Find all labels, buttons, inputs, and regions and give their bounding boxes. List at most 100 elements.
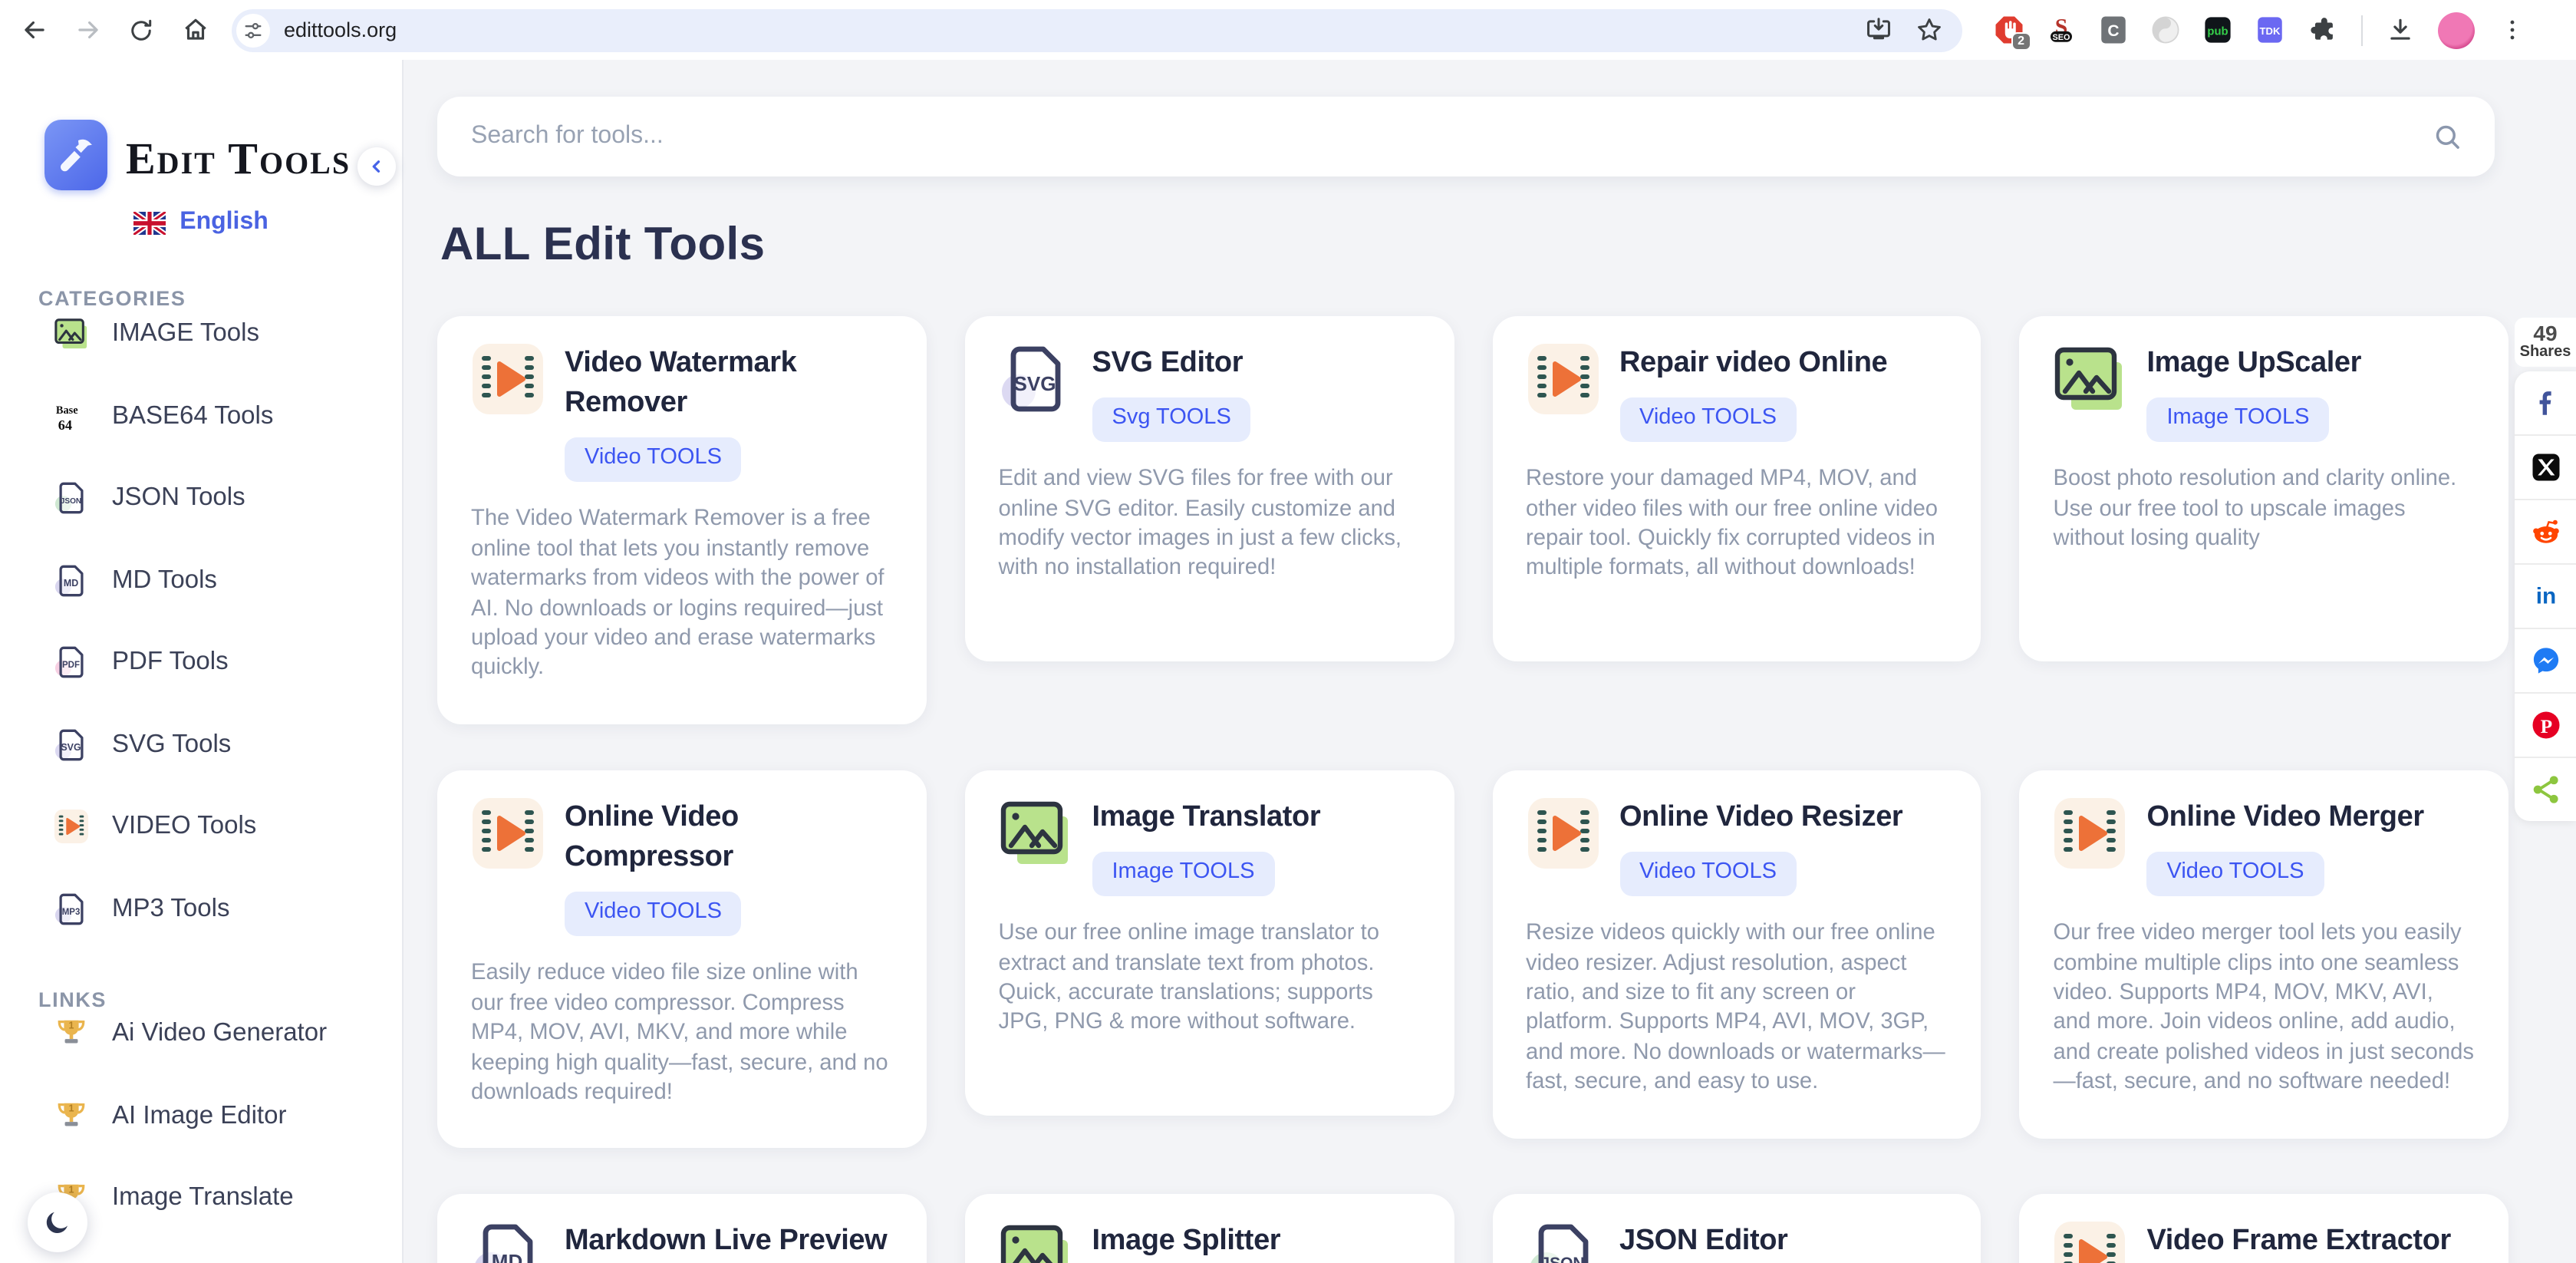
reload-icon[interactable] bbox=[126, 15, 156, 45]
tool-card[interactable]: Online Video Merger Video TOOLS Our free… bbox=[2020, 770, 2509, 1138]
tool-title: SVG Editor bbox=[1092, 344, 1244, 384]
sidebar-collapse-button[interactable] bbox=[357, 147, 396, 186]
tool-card[interactable]: JSON JSON Editor bbox=[1492, 1195, 1981, 1263]
extension-icon[interactable] bbox=[2149, 14, 2182, 46]
site-title[interactable]: Edit Tools bbox=[126, 135, 351, 186]
sidebar-category-item[interactable]: MP3 MP3 Tools bbox=[0, 868, 402, 950]
tool-category-badge[interactable]: Video TOOLS bbox=[565, 438, 742, 483]
search-bar[interactable] bbox=[437, 97, 2495, 176]
svg-text:SEO: SEO bbox=[2053, 33, 2070, 42]
tool-category-badge[interactable]: Image TOOLS bbox=[1092, 852, 1275, 896]
json-file-icon: JSON bbox=[54, 481, 89, 516]
share-button[interactable]: P bbox=[2515, 694, 2576, 758]
tool-title: Image Translator bbox=[1092, 798, 1321, 838]
tool-description: Use our free online image translator to … bbox=[999, 919, 1421, 1038]
language-label[interactable]: English bbox=[180, 209, 268, 236]
image-green-icon bbox=[999, 796, 1072, 870]
tool-description: Easily reduce video file size online wit… bbox=[471, 960, 893, 1109]
json-file-icon: JSON bbox=[1526, 1221, 1599, 1263]
tool-card[interactable]: Image Translator Image TOOLS Use our fre… bbox=[965, 770, 1454, 1116]
sidebar-link-item[interactable]: 1 AI Image Editor bbox=[0, 1075, 402, 1157]
md-file-icon: MD bbox=[471, 1221, 545, 1263]
tool-title: Video Watermark Remover bbox=[565, 344, 893, 424]
search-input[interactable] bbox=[468, 121, 2432, 152]
sidebar-category-item[interactable]: PDF PDF Tools bbox=[0, 622, 402, 704]
tool-card[interactable]: Repair video Online Video TOOLS Restore … bbox=[1492, 316, 1981, 661]
extension-icon[interactable]: SSEO bbox=[2045, 14, 2077, 46]
sidebar-category-item[interactable]: SVG SVG Tools bbox=[0, 704, 402, 786]
tool-card[interactable]: SVG SVG Editor Svg TOOLS Edit and view S… bbox=[965, 316, 1454, 661]
tdk-icon: TDK bbox=[2254, 14, 2286, 46]
tool-category-badge[interactable]: Video TOOLS bbox=[1619, 852, 1797, 896]
svg-text:MP3: MP3 bbox=[62, 908, 81, 917]
search-icon[interactable] bbox=[2432, 120, 2464, 153]
share-button[interactable]: in bbox=[2515, 565, 2576, 629]
share-button[interactable] bbox=[2515, 371, 2576, 436]
share-button[interactable] bbox=[2515, 500, 2576, 565]
extension-icon[interactable]: 2 bbox=[1993, 14, 2025, 46]
extension-icon[interactable]: TDK bbox=[2254, 14, 2286, 46]
downloads-icon[interactable] bbox=[2384, 14, 2416, 46]
sidebar-item-label: VIDEO Tools bbox=[112, 813, 256, 842]
tool-title: JSON Editor bbox=[1619, 1222, 1787, 1262]
sidebar-item-label: MD Tools bbox=[112, 566, 217, 595]
svg-text:1: 1 bbox=[69, 1021, 74, 1031]
sidebar-category-item[interactable]: JSON JSON Tools bbox=[0, 457, 402, 539]
tool-card[interactable]: Online Video Resizer Video TOOLS Resize … bbox=[1492, 770, 1981, 1138]
menu-kebab-icon[interactable] bbox=[2496, 14, 2528, 46]
sidebar-item-label: BASE64 Tools bbox=[112, 402, 273, 431]
share-button[interactable] bbox=[2515, 758, 2576, 821]
sidebar-category-item[interactable]: Base64 BASE64 Tools bbox=[0, 375, 402, 457]
pdf-file-icon: PDF bbox=[54, 645, 89, 681]
sidebar-category-item[interactable]: VIDEO Tools bbox=[0, 786, 402, 868]
image-green-icon bbox=[2054, 342, 2127, 416]
dark-mode-toggle[interactable] bbox=[28, 1192, 87, 1252]
tool-card[interactable]: Image Splitter bbox=[965, 1195, 1454, 1263]
forward-icon[interactable] bbox=[72, 15, 103, 45]
share-button[interactable] bbox=[2515, 629, 2576, 694]
url-text[interactable]: edittools.org bbox=[284, 18, 1864, 41]
tool-card[interactable]: MD Markdown Live Preview bbox=[437, 1195, 927, 1263]
tool-category-badge[interactable]: Svg TOOLS bbox=[1092, 397, 1251, 442]
share-button[interactable] bbox=[2515, 436, 2576, 500]
share-nodes-icon bbox=[2529, 773, 2561, 806]
language-selector[interactable]: English bbox=[0, 209, 402, 236]
base64-icon: Base64 bbox=[54, 399, 89, 434]
home-icon[interactable] bbox=[180, 15, 210, 45]
tool-card[interactable]: Video Watermark Remover Video TOOLS The … bbox=[437, 316, 927, 724]
sidebar-category-item[interactable]: IMAGE Tools bbox=[0, 293, 402, 375]
tool-category-badge[interactable]: Video TOOLS bbox=[565, 892, 742, 937]
logo-icon[interactable] bbox=[44, 120, 107, 190]
profile-avatar[interactable] bbox=[2438, 12, 2475, 48]
tool-category-badge[interactable]: Image TOOLS bbox=[2147, 397, 2330, 442]
sidebar-category-item[interactable]: MD MD Tools bbox=[0, 539, 402, 622]
x-twitter-icon bbox=[2529, 451, 2561, 483]
site-settings-icon[interactable] bbox=[236, 13, 270, 47]
sidebar-link-item[interactable]: 1 Ai Video Generator bbox=[0, 993, 402, 1075]
back-icon[interactable] bbox=[18, 15, 49, 45]
tool-category-badge[interactable]: Video TOOLS bbox=[2147, 852, 2324, 896]
address-bar[interactable]: edittools.org bbox=[232, 8, 1962, 51]
extension-icon[interactable]: C bbox=[2097, 14, 2130, 46]
tool-category-badge[interactable]: Video TOOLS bbox=[1619, 397, 1797, 442]
tool-card[interactable]: Online Video Compressor Video TOOLS Easi… bbox=[437, 770, 927, 1149]
pub-icon: pub bbox=[2202, 14, 2234, 46]
toolbar-right: 2 SSEO C bbox=[1993, 12, 2528, 48]
image-green-icon bbox=[999, 1221, 1072, 1263]
toolbar-separator bbox=[2361, 15, 2363, 45]
extension-icon[interactable]: pub bbox=[2202, 14, 2234, 46]
tool-description: Our free video merger tool lets you easi… bbox=[2054, 919, 2476, 1098]
tool-card[interactable]: Image UpScaler Image TOOLS Boost photo r… bbox=[2020, 316, 2509, 661]
sidebar-item-label: MP3 Tools bbox=[112, 895, 229, 924]
browser-toolbar: edittools.org 2 bbox=[0, 0, 2576, 60]
install-app-icon[interactable] bbox=[1864, 15, 1893, 45]
tool-card[interactable]: Video Frame Extractor bbox=[2020, 1195, 2509, 1263]
md-file-icon: MD bbox=[54, 563, 89, 599]
svg-text:in: in bbox=[2535, 584, 2555, 609]
extensions-puzzle-icon[interactable] bbox=[2308, 14, 2340, 46]
svg-text:1: 1 bbox=[69, 1185, 74, 1195]
sidebar-item-label: PDF Tools bbox=[112, 648, 229, 678]
browser-nav-buttons bbox=[18, 15, 210, 45]
svg-text:JSON: JSON bbox=[61, 498, 81, 506]
bookmark-star-icon[interactable] bbox=[1915, 15, 1944, 45]
